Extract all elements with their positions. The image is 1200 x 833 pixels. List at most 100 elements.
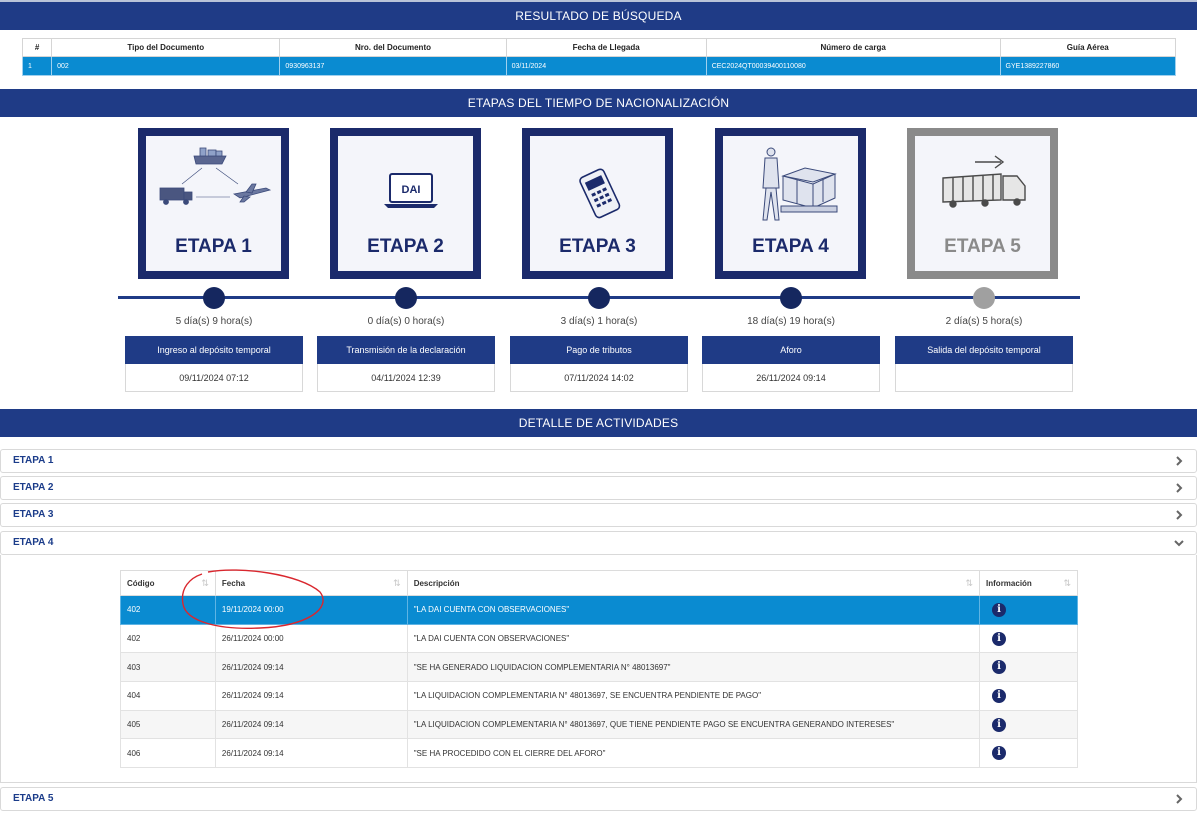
chevron-right-icon [1176, 510, 1183, 520]
cell-info: i [979, 652, 1078, 683]
stage-label-5: ETAPA 5 [944, 236, 1021, 257]
cell-arrival-date: 03/11/2024 [505, 56, 707, 76]
accordion-label: ETAPA 3 [13, 509, 54, 520]
truck-exit-icon [942, 155, 1026, 208]
info-icon[interactable]: i [992, 660, 1007, 675]
col-doc-type: Tipo del Documento [51, 38, 281, 57]
timeline-dot-5 [973, 287, 995, 309]
stage-name-4: Aforo [702, 336, 880, 364]
cell-description: "LA DAI CUENTA CON OBSERVACIONES" [406, 623, 981, 654]
accordion-label: ETAPA 5 [13, 793, 54, 804]
logistics-icon [159, 147, 272, 205]
cell-code: 404 [120, 681, 216, 711]
col-doc-number: Nro. del Documento [279, 38, 507, 57]
stage-label-2: ETAPA 2 [367, 236, 444, 257]
chevron-right-icon [1176, 794, 1183, 804]
col-number: # [21, 38, 53, 57]
stage-duration-3: 3 día(s) 1 hora(s) [560, 316, 638, 327]
col-info-label: Información [986, 578, 1032, 588]
info-icon[interactable]: i [992, 602, 1007, 617]
cell-airway-bill: GYE1389227860 [999, 56, 1177, 76]
stage-card-2[interactable]: DAI ETAPA 2 [330, 128, 481, 279]
stage-name-1: Ingreso al depósito temporal [125, 336, 303, 364]
stage-date-2: 04/11/2024 12:39 [317, 364, 495, 392]
col-code[interactable]: Código ⇅ [120, 570, 216, 596]
accordion-label: ETAPA 1 [13, 455, 54, 466]
cell-description: "LA DAI CUENTA CON OBSERVACIONES" [406, 595, 981, 625]
accordion-etapa-3[interactable]: ETAPA 3 [0, 503, 1197, 527]
sort-icon: ⇅ [1063, 578, 1071, 588]
activities-table: Código ⇅ Fecha ⇅ Descripción ⇅ Información ⇅… [120, 570, 1078, 769]
stage-card-5[interactable]: ETAPA 5 [907, 128, 1058, 279]
inspection-worker-icon [762, 147, 838, 221]
result-row[interactable]: 1 002 0930963137 03/11/2024 CEC2024QT000… [21, 56, 1177, 76]
cell-description: "SE HA GENERADO LIQUIDACION COMPLEMENTAR… [406, 652, 981, 683]
col-date[interactable]: Fecha ⇅ [214, 570, 408, 596]
stage-date-5 [895, 364, 1073, 392]
stage-name-2: Transmisión de la declaración [317, 336, 495, 364]
table-row[interactable]: 403 26/11/2024 09:14 "SE HA GENERADO LIQ… [120, 652, 1078, 683]
stage-duration-2: 0 día(s) 0 hora(s) [367, 316, 445, 327]
cell-description: "LA LIQUIDACION COMPLEMENTARIA N° 480136… [406, 681, 981, 711]
stage-label-1: ETAPA 1 [175, 236, 252, 257]
info-icon[interactable]: i [992, 717, 1007, 732]
accordion-etapa-4[interactable]: ETAPA 4 [0, 531, 1197, 555]
cell-number: 1 [21, 56, 53, 76]
stage-card-3[interactable]: ETAPA 3 [522, 128, 673, 279]
stage-date-4: 26/11/2024 09:14 [702, 364, 880, 392]
cell-date: 19/11/2024 00:00 [214, 595, 408, 625]
result-table: # Tipo del Documento Nro. del Documento … [21, 38, 1177, 76]
timeline-dot-1 [203, 287, 225, 309]
info-icon[interactable]: i [992, 631, 1007, 646]
cell-info: i [979, 738, 1078, 769]
dai-text: DAI [402, 184, 421, 196]
table-row[interactable]: 405 26/11/2024 09:14 "LA LIQUIDACION COM… [120, 709, 1078, 740]
col-description-label: Descripción [413, 578, 460, 588]
stages-section-title: ETAPAS DEL TIEMPO DE NACIONALIZACIÓN [0, 89, 1197, 117]
col-info[interactable]: Información ⇅ [979, 570, 1078, 596]
stage-duration-4: 18 día(s) 19 hora(s) [747, 316, 835, 327]
cell-info: i [979, 681, 1078, 711]
col-arrival-date: Fecha de Llegada [505, 38, 707, 57]
cell-doc-number: 0930963137 [279, 56, 507, 76]
cell-code: 402 [120, 623, 216, 654]
accordion-label: ETAPA 4 [13, 537, 54, 548]
stage-card-4[interactable]: ETAPA 4 [715, 128, 866, 279]
cell-code: 405 [120, 709, 216, 740]
accordion-etapa-5[interactable]: ETAPA 5 [0, 787, 1197, 811]
cell-date: 26/11/2024 09:14 [214, 681, 408, 711]
sort-icon: ⇅ [201, 578, 209, 588]
cell-date: 26/11/2024 09:14 [214, 738, 408, 769]
chevron-right-icon [1176, 456, 1183, 466]
table-row[interactable]: 406 26/11/2024 09:14 "SE HA PROCEDIDO CO… [120, 738, 1078, 769]
chevron-right-icon [1176, 483, 1183, 493]
accordion-etapa-1[interactable]: ETAPA 1 [0, 449, 1197, 473]
stage-label-4: ETAPA 4 [752, 236, 829, 257]
chevron-down-icon [1174, 540, 1184, 547]
result-section-title: RESULTADO DE BÚSQUEDA [0, 2, 1197, 30]
cell-code: 403 [120, 652, 216, 683]
col-description[interactable]: Descripción ⇅ [406, 570, 981, 596]
cell-description: "SE HA PROCEDIDO CON EL CIERRE DEL AFORO… [406, 738, 981, 769]
info-icon[interactable]: i [992, 688, 1007, 703]
stage-date-3: 07/11/2024 14:02 [510, 364, 688, 392]
cell-code: 406 [120, 738, 216, 769]
stage-card-1[interactable]: ETAPA 1 [138, 128, 289, 279]
table-row[interactable]: 402 19/11/2024 00:00 "LA DAI CUENTA CON … [120, 595, 1078, 625]
table-row[interactable]: 404 26/11/2024 09:14 "LA LIQUIDACION COM… [120, 681, 1078, 711]
col-code-label: Código [127, 578, 155, 588]
table-row[interactable]: 402 26/11/2024 00:00 "LA DAI CUENTA CON … [120, 623, 1078, 654]
timeline-dot-2 [395, 287, 417, 309]
info-icon[interactable]: i [992, 746, 1007, 761]
col-cargo-number: Número de carga [705, 38, 1001, 57]
payment-terminal-icon [579, 168, 621, 219]
stage-name-5: Salida del depósito temporal [895, 336, 1073, 364]
accordion-label: ETAPA 2 [13, 482, 54, 493]
timeline-dot-4 [780, 287, 802, 309]
stage-duration-1: 5 día(s) 9 hora(s) [175, 316, 253, 327]
accordion-etapa-2[interactable]: ETAPA 2 [0, 476, 1197, 500]
cell-code: 402 [120, 595, 216, 625]
cell-date: 26/11/2024 09:14 [214, 709, 408, 740]
stage-label-3: ETAPA 3 [559, 236, 636, 257]
detail-section-title: DETALLE DE ACTIVIDADES [0, 409, 1197, 437]
